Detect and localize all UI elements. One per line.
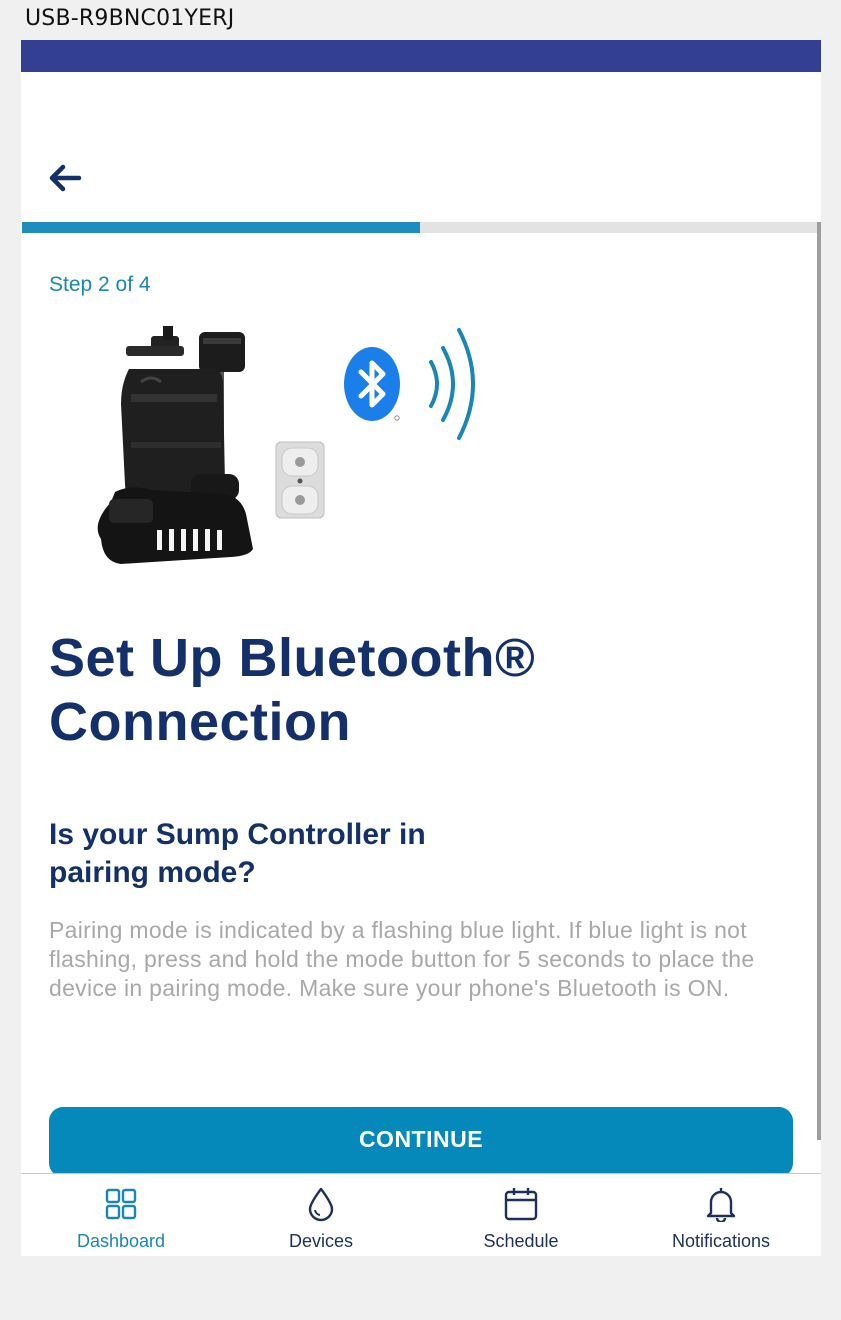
tab-dashboard[interactable]: Dashboard: [21, 1174, 221, 1256]
sump-pump-bluetooth-illustration: [97, 326, 475, 564]
tab-notifications[interactable]: Notifications: [621, 1174, 821, 1256]
bell-icon: [706, 1188, 736, 1222]
calendar-icon: [504, 1188, 538, 1221]
page-title: Set Up Bluetooth® Connection: [49, 628, 536, 752]
tab-label-dashboard: Dashboard: [76, 1231, 166, 1251]
arrow-left-icon: [49, 164, 82, 192]
tab-label-devices: Devices: [288, 1231, 354, 1251]
tab-label-notifications: Notifications: [671, 1231, 771, 1251]
window-title: USB-R9BNC01YERJ: [25, 6, 235, 31]
bottom-tab-bar: Dashboard Devices Schedule Notifications: [21, 1173, 821, 1256]
pairing-question: Is your Sump Controller in pairing mode?: [49, 818, 426, 889]
tab-devices[interactable]: Devices: [221, 1174, 421, 1256]
tab-schedule[interactable]: Schedule: [421, 1174, 621, 1256]
bluetooth-icon: [344, 347, 400, 421]
dashboard-icon: [105, 1188, 137, 1220]
sump-pump-image: [97, 326, 254, 564]
back-button[interactable]: [43, 156, 87, 200]
status-bar: [21, 40, 821, 72]
scrollbar[interactable]: [817, 222, 821, 1140]
sump-controller-image: [275, 441, 325, 519]
water-drop-icon: [308, 1187, 334, 1222]
progress-bar-fill: [22, 222, 420, 233]
app-screen: Step 2 of 4 Set Up Bluetooth® Connection…: [21, 40, 821, 1256]
signal-waves-icon: [429, 328, 475, 440]
continue-button[interactable]: CONTINUE: [49, 1107, 793, 1177]
progress-bar: [22, 222, 817, 233]
step-indicator: Step 2 of 4: [49, 273, 151, 296]
pairing-instructions: Pairing mode is indicated by a flashing …: [49, 917, 755, 1001]
tab-label-schedule: Schedule: [483, 1231, 559, 1251]
